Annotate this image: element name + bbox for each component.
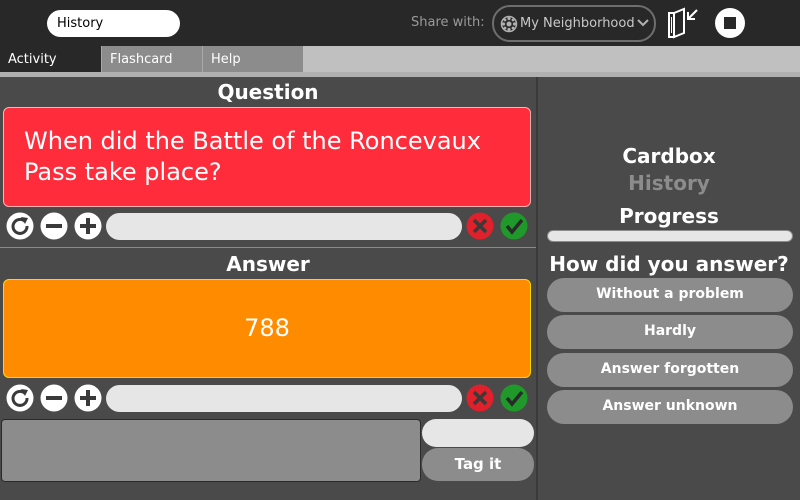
globe-icon xyxy=(500,15,518,33)
review-sidebar: Cardbox History Progress How did you ans… xyxy=(538,77,800,500)
zoom-out-icon[interactable] xyxy=(40,212,68,240)
cardbox-label: Cardbox xyxy=(622,144,716,168)
share-combobox-value: My Neighborhood xyxy=(520,16,635,31)
reset-icon[interactable] xyxy=(6,212,34,240)
tag-it-button[interactable]: Tag it xyxy=(422,448,534,481)
answer-unknown-button[interactable]: Answer unknown xyxy=(547,390,793,424)
zoom-out-icon[interactable] xyxy=(40,384,68,412)
chevron-down-icon xyxy=(637,19,649,27)
answer-input-bar[interactable] xyxy=(106,385,462,412)
share-combobox[interactable]: My Neighborhood xyxy=(492,5,656,42)
question-controls xyxy=(0,210,536,242)
wrong-icon[interactable] xyxy=(466,384,494,412)
tab-flashcard[interactable]: Flashcard xyxy=(101,46,202,72)
keep-journal-icon[interactable] xyxy=(666,7,702,39)
progress-label: Progress xyxy=(619,204,719,228)
zoom-in-icon[interactable] xyxy=(74,384,102,412)
wrong-icon[interactable] xyxy=(466,212,494,240)
tag-input[interactable] xyxy=(422,419,534,447)
stop-icon[interactable] xyxy=(714,7,746,39)
check-icon[interactable] xyxy=(500,384,528,412)
answer-heading: Answer xyxy=(226,252,310,276)
tag-text-area[interactable] xyxy=(1,419,421,482)
check-icon[interactable] xyxy=(500,212,528,240)
top-toolbar: History Share with: My Neighborhood xyxy=(0,0,800,46)
tab-help[interactable]: Help xyxy=(202,46,303,72)
flashcard-panel: Question When did the Battle of the Ronc… xyxy=(0,77,536,500)
answer-card: 788 xyxy=(3,279,531,378)
question-input-bar[interactable] xyxy=(106,213,462,240)
section-divider xyxy=(0,247,536,248)
hardly-button[interactable]: Hardly xyxy=(547,315,793,349)
question-card: When did the Battle of the Roncevaux Pas… xyxy=(3,107,531,207)
tab-activity[interactable]: Activity xyxy=(0,46,101,72)
cardbox-name: History xyxy=(628,171,710,195)
how-did-you-answer-heading: How did you answer? xyxy=(549,252,789,276)
without-a-problem-button[interactable]: Without a problem xyxy=(547,278,793,312)
share-label: Share with: xyxy=(411,15,485,30)
tab-bar: Activity Flashcard Help xyxy=(0,46,800,72)
answer-forgotten-button[interactable]: Answer forgotten xyxy=(547,353,793,387)
question-heading: Question xyxy=(217,80,319,104)
reset-icon[interactable] xyxy=(6,384,34,412)
progress-bar xyxy=(547,230,793,242)
activity-title-input[interactable]: History xyxy=(47,10,180,37)
answer-controls xyxy=(0,382,536,414)
zoom-in-icon[interactable] xyxy=(74,212,102,240)
